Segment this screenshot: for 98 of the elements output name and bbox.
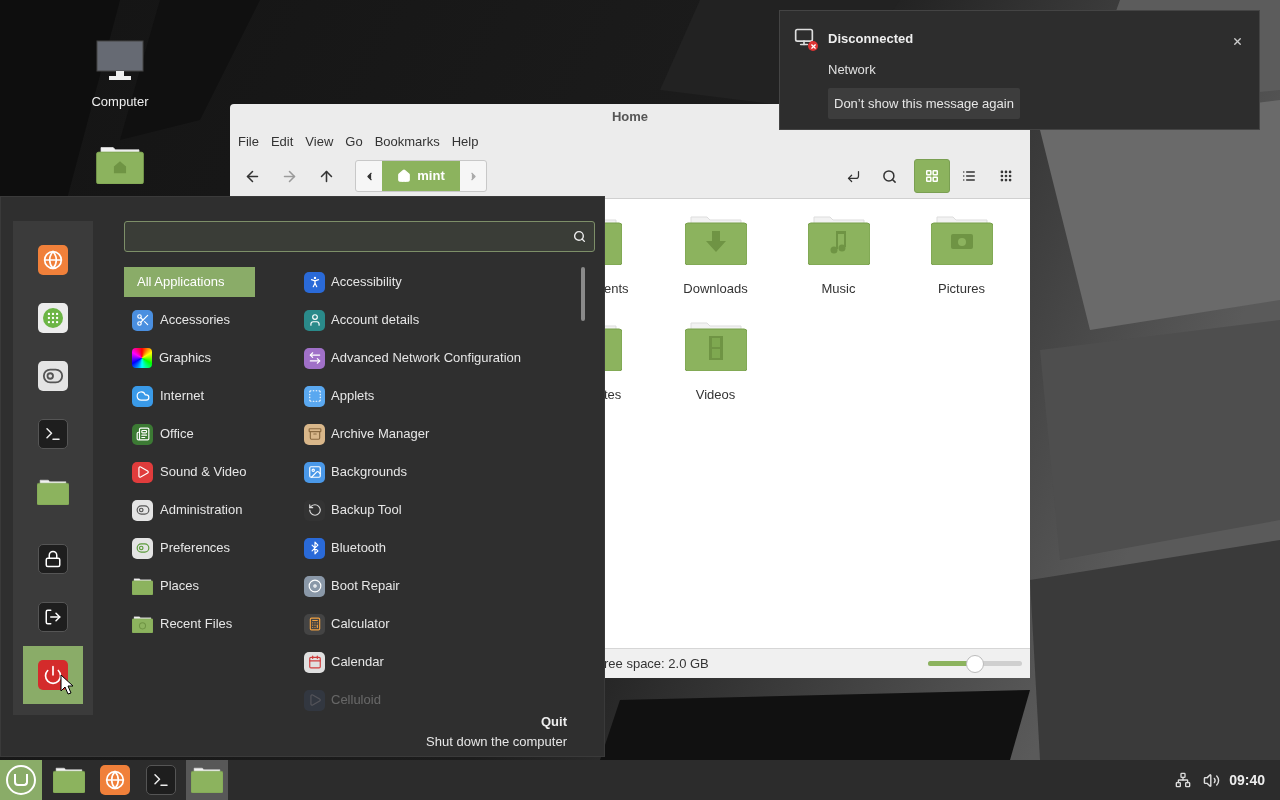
app-grid-icon <box>38 303 68 333</box>
app-item[interactable]: Applets <box>301 377 581 415</box>
list-icon <box>962 169 976 183</box>
browser-icon <box>38 245 68 275</box>
scrollbar-thumb[interactable] <box>581 267 585 321</box>
status-text: ree space: 2.0 GB <box>604 654 709 673</box>
folder-icon <box>807 215 870 265</box>
menu-button[interactable] <box>0 760 42 800</box>
folder-item[interactable]: Videos <box>654 320 777 404</box>
volume-icon <box>1203 771 1221 789</box>
network-offline-icon <box>794 27 816 49</box>
app-item[interactable]: Backgrounds <box>301 453 581 491</box>
app-item[interactable]: Calculator <box>301 605 581 643</box>
scissors-icon <box>132 309 153 331</box>
category-item[interactable]: Accessories <box>124 305 284 335</box>
menu-item[interactable]: View <box>299 132 340 152</box>
notification-title: Disconnected <box>828 30 915 48</box>
grid-icon <box>925 169 939 183</box>
color-wheel-icon <box>132 348 152 368</box>
browser-icon <box>100 765 130 795</box>
window-title: Home <box>611 108 649 127</box>
quit-description: Shut down the computer <box>426 732 567 751</box>
menu-item[interactable]: File <box>232 132 265 152</box>
folder-label: ents <box>604 280 629 298</box>
archive-icon <box>304 423 325 445</box>
menu-item[interactable]: Bookmarks <box>368 132 446 152</box>
app-item[interactable]: Boot Repair <box>301 567 581 605</box>
toggle-icon <box>132 499 153 521</box>
app-item[interactable]: Calendar <box>301 643 581 681</box>
folder-icon <box>191 767 223 793</box>
category-item[interactable]: Places <box>124 571 284 601</box>
toggle-icon <box>132 537 153 559</box>
home-folder-icon <box>96 145 144 184</box>
folder-icon <box>53 767 85 793</box>
panel-icon <box>304 385 325 407</box>
search-field[interactable] <box>124 221 595 252</box>
folder-icon <box>132 577 153 595</box>
calendar-icon <box>304 651 325 673</box>
folder-icon <box>930 215 993 265</box>
document-icon <box>132 423 153 445</box>
menu-item[interactable]: Edit <box>264 132 300 152</box>
notification-body: Network <box>828 60 877 79</box>
cloud-icon <box>132 385 153 407</box>
app-item[interactable]: Bluetooth <box>301 529 581 567</box>
person-icon <box>304 271 325 293</box>
desktop-icon[interactable] <box>96 145 144 184</box>
quit-title: Quit <box>541 713 567 731</box>
close-icon <box>1231 35 1243 47</box>
search-icon <box>881 168 897 184</box>
favorite-button[interactable] <box>23 646 83 704</box>
category-item[interactable]: Office <box>124 419 284 449</box>
calculator-icon <box>304 613 325 635</box>
terminal-icon <box>146 765 176 795</box>
app-item[interactable]: Archive Manager <box>301 415 581 453</box>
play-icon <box>304 689 325 711</box>
category-item[interactable]: Preferences <box>124 533 284 563</box>
desktop-icon[interactable]: Computer <box>91 40 149 112</box>
app-item[interactable]: Advanced Network Configuration <box>301 339 581 377</box>
logout-icon <box>38 602 68 632</box>
app-item[interactable]: Backup Tool <box>301 491 581 529</box>
return-arrow-icon <box>845 168 861 184</box>
computer-icon <box>96 40 144 82</box>
clock: 09:40 <box>1229 770 1265 790</box>
search-icon <box>573 230 586 243</box>
arrows-icon <box>304 347 325 369</box>
refresh-icon <box>304 499 325 521</box>
terminal-icon <box>38 419 68 449</box>
category-item[interactable]: Internet <box>124 381 284 411</box>
zoom-slider[interactable] <box>928 653 1022 674</box>
lock-icon <box>38 544 68 574</box>
folder-icon <box>684 320 747 371</box>
app-item[interactable]: Accessibility <box>301 263 581 301</box>
menu-item[interactable]: Help <box>445 132 485 152</box>
house-icon <box>397 169 412 183</box>
folder-label: tes <box>604 385 622 404</box>
image-icon <box>304 461 325 483</box>
bluetooth-icon <box>304 537 325 559</box>
folder-clock-icon <box>132 615 153 633</box>
dots-grid-icon <box>999 169 1013 183</box>
folder-icon <box>684 215 747 265</box>
app-item[interactable]: Account details <box>301 301 581 339</box>
dismiss-button[interactable]: Don’t show this message again <box>828 88 1020 119</box>
pointer-icon <box>60 674 74 695</box>
menu-item[interactable]: Go <box>339 132 369 152</box>
network-icon <box>1175 772 1192 788</box>
category-item[interactable]: Administration <box>124 495 284 525</box>
toggle-icon <box>38 361 68 391</box>
category-item[interactable]: Graphics <box>124 343 284 373</box>
logo-icon <box>6 765 36 795</box>
folder-item[interactable]: Pictures <box>900 215 1023 299</box>
play-icon <box>132 461 153 483</box>
category-item[interactable]: Sound & Video <box>124 457 284 487</box>
slider-thumb[interactable] <box>966 654 984 673</box>
folder-icon <box>37 479 69 505</box>
user-icon <box>304 309 325 331</box>
folder-item[interactable]: Music <box>777 215 900 299</box>
folder-item[interactable]: Downloads <box>654 215 777 299</box>
category-item[interactable]: Recent Files <box>124 609 284 639</box>
